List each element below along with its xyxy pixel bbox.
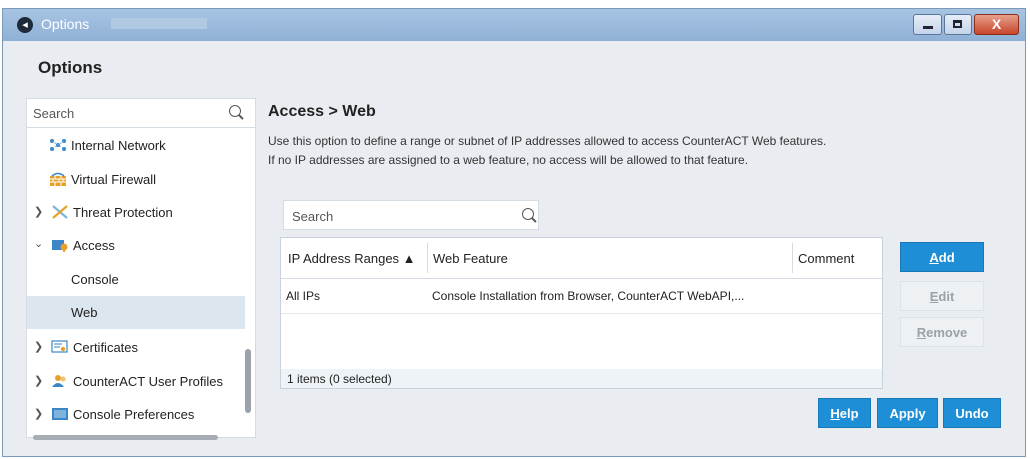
add-button[interactable]: Add xyxy=(900,242,984,272)
sidebar-item-label: Virtual Firewall xyxy=(71,172,157,187)
table-search-input[interactable] xyxy=(290,206,514,226)
search-icon xyxy=(229,105,241,117)
add-mnemonic: A xyxy=(929,250,939,265)
description-line-1: Use this option to define a range or sub… xyxy=(268,134,827,148)
chevron-right-icon[interactable]: ❯ xyxy=(34,340,43,353)
column-header-web-feature[interactable]: Web Feature xyxy=(433,251,508,266)
sidebar-item-label: Console Preferences xyxy=(73,407,195,422)
sidebar-item-label: Web xyxy=(71,305,98,320)
console-icon xyxy=(52,408,68,420)
chevron-right-icon[interactable]: ❯ xyxy=(34,407,43,420)
sidebar-item-threat-protection[interactable]: ❯ Threat Protection xyxy=(27,196,245,229)
sidebar-horizontal-scrollbar[interactable] xyxy=(33,435,218,440)
firewall-icon xyxy=(50,172,66,186)
chevron-right-icon[interactable]: ❯ xyxy=(34,374,43,387)
remove-button[interactable]: Remove xyxy=(900,317,984,347)
cell-web-feature: Console Installation from Browser, Count… xyxy=(432,289,745,303)
remove-mnemonic: R xyxy=(916,325,927,340)
sidebar-search-input[interactable]: Search xyxy=(27,99,255,128)
table-search xyxy=(283,200,539,230)
column-divider[interactable] xyxy=(427,243,428,273)
sidebar-item-console[interactable]: Console xyxy=(27,263,245,296)
add-label-rest: dd xyxy=(938,250,955,265)
selection-count: 1 items (0 selected) xyxy=(287,372,392,386)
table-row[interactable]: All IPs Console Installation from Browse… xyxy=(281,279,882,314)
maximize-icon xyxy=(953,20,962,28)
remove-label-rest: emove xyxy=(926,325,968,340)
help-mnemonic: H xyxy=(830,406,840,421)
sidebar-item-label: Internal Network xyxy=(71,138,166,153)
chevron-right-icon[interactable]: ❯ xyxy=(34,205,43,218)
sidebar-item-label: Threat Protection xyxy=(73,205,173,220)
apply-button[interactable]: Apply xyxy=(877,398,938,428)
sidebar-item-web[interactable]: Web xyxy=(27,296,245,329)
sidebar-item-console-preferences[interactable]: ❯ Console Preferences xyxy=(27,398,245,431)
sidebar-item-label: Console xyxy=(71,272,119,287)
undo-button[interactable]: Undo xyxy=(943,398,1001,428)
web-access-table: IP Address Ranges ▲ Web Feature Comment … xyxy=(280,237,883,389)
column-header-ip-address-ranges[interactable]: IP Address Ranges ▲ xyxy=(288,251,416,266)
table-header: IP Address Ranges ▲ Web Feature Comment xyxy=(281,238,882,279)
sidebar-item-label: CounterACT User Profiles xyxy=(73,374,224,389)
sidebar-item-virtual-firewall[interactable]: Virtual Firewall xyxy=(27,163,245,196)
column-header-comment[interactable]: Comment xyxy=(798,251,854,266)
app-icon: ◂ xyxy=(17,17,33,33)
certificate-icon xyxy=(51,340,68,353)
sidebar-item-certificates[interactable]: ❯ Certificates xyxy=(27,331,245,364)
user-profiles-icon xyxy=(52,375,66,387)
sidebar-vertical-scrollbar[interactable] xyxy=(245,349,251,413)
threat-icon xyxy=(52,205,68,219)
window-title: Options xyxy=(41,16,90,32)
close-button[interactable]: X xyxy=(974,14,1019,35)
minimize-icon xyxy=(923,26,933,29)
column-divider[interactable] xyxy=(792,243,793,273)
sidebar-search-placeholder: Search xyxy=(33,106,75,121)
cell-ip-range: All IPs xyxy=(286,289,321,303)
sidebar-item-internal-network[interactable]: Internal Network xyxy=(27,129,245,162)
edit-label-rest: dit xyxy=(938,289,955,304)
description-line-2: If no IP addresses are assigned to a web… xyxy=(268,153,749,167)
options-sidebar: Search Internal Network Virtual Firewall… xyxy=(26,98,256,440)
page-title: Options xyxy=(38,58,103,77)
edit-button[interactable]: Edit xyxy=(900,281,984,311)
chevron-down-icon[interactable]: ⌄ xyxy=(34,237,43,250)
title-bar[interactable]: ◂ Options X xyxy=(3,9,1025,41)
access-icon xyxy=(52,240,68,252)
help-label-rest: elp xyxy=(839,406,859,421)
blurred-host-address xyxy=(111,18,207,29)
table-status-bar: 1 items (0 selected) xyxy=(281,369,882,388)
sidebar-item-label: Access xyxy=(73,238,115,253)
content-title: Access > Web xyxy=(268,103,376,120)
sidebar-item-counteract-user-profiles[interactable]: ❯ CounterACT User Profiles xyxy=(27,365,245,398)
sidebar-item-label: Certificates xyxy=(73,340,139,355)
minimize-button[interactable] xyxy=(913,14,942,35)
help-button[interactable]: Help xyxy=(818,398,871,428)
sidebar-item-access[interactable]: ⌄ Access xyxy=(27,229,245,262)
network-icon xyxy=(50,139,66,151)
maximize-button[interactable] xyxy=(944,14,972,35)
search-icon xyxy=(522,208,534,220)
